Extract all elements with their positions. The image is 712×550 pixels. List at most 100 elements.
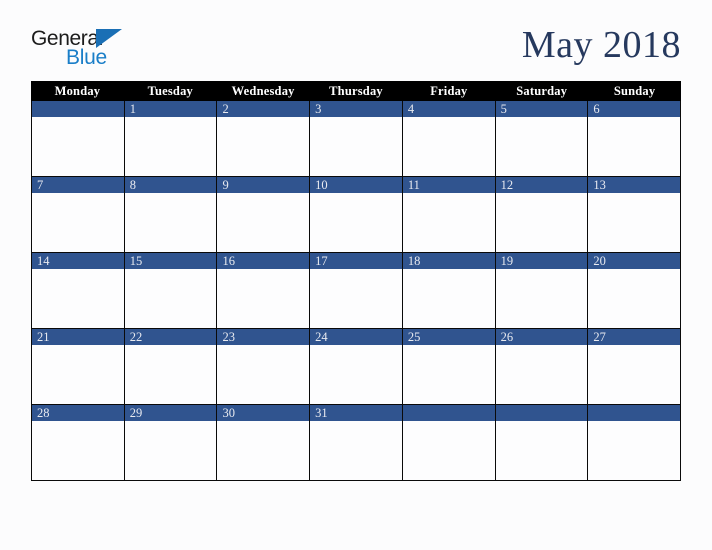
day-number-band: 13 [588, 177, 681, 193]
general-blue-logo: General Blue [31, 27, 161, 73]
day-cell-14[interactable]: 14 [31, 253, 124, 329]
day-event-area[interactable] [588, 193, 681, 252]
day-cell-6[interactable]: 6 [587, 101, 682, 177]
day-event-area[interactable] [217, 193, 310, 252]
day-event-area[interactable] [124, 193, 217, 252]
calendar-grid: Monday Tuesday Wednesday Thursday Friday Satu… [31, 81, 682, 481]
weekday-header-wednesday: Wednesday [231, 84, 295, 98]
day-cell-29[interactable]: 29 [123, 405, 217, 481]
day-event-area[interactable] [32, 269, 124, 328]
day-cell-26[interactable]: 26 [494, 329, 588, 405]
day-cell-25[interactable]: 25 [401, 329, 495, 405]
weekday-header-sunday: Sunday [613, 84, 656, 98]
day-event-area[interactable] [124, 117, 217, 176]
day-cell-22[interactable]: 22 [123, 329, 217, 405]
weekday-header-tuesday: Tuesday [147, 84, 193, 98]
day-event-area[interactable] [32, 345, 124, 404]
day-cell-empty[interactable] [401, 405, 495, 481]
day-event-area[interactable] [495, 345, 588, 404]
day-event-area[interactable] [310, 421, 402, 480]
day-event-area[interactable] [217, 117, 310, 176]
day-number-band: 7 [32, 177, 124, 193]
day-event-area[interactable] [402, 345, 495, 404]
day-number: 15 [129, 254, 143, 268]
day-event-area[interactable] [402, 117, 495, 176]
day-cell-30[interactable]: 30 [216, 405, 310, 481]
day-event-area[interactable] [495, 193, 588, 252]
day-cell-18[interactable]: 18 [401, 253, 495, 329]
day-event-area[interactable] [32, 421, 124, 480]
day-event-area[interactable] [310, 117, 402, 176]
day-cell-23[interactable]: 23 [216, 329, 310, 405]
day-number-band: 14 [32, 253, 124, 269]
day-event-area[interactable] [32, 117, 124, 176]
day-event-area[interactable] [32, 193, 124, 252]
day-cell-2[interactable]: 2 [216, 101, 310, 177]
day-event-area[interactable] [588, 345, 681, 404]
day-number: 14 [37, 254, 50, 268]
day-cell-24[interactable]: 24 [309, 329, 402, 405]
day-event-area[interactable] [402, 193, 495, 252]
day-number: 10 [315, 178, 328, 192]
day-event-area[interactable] [588, 269, 681, 328]
day-cell-21[interactable]: 21 [31, 329, 124, 405]
day-number-band: 31 [310, 405, 402, 421]
day-cell-28[interactable]: 28 [31, 405, 124, 481]
day-cell-15[interactable]: 15 [123, 253, 217, 329]
day-cell-31[interactable]: 31 [309, 405, 402, 481]
day-event-area[interactable] [495, 117, 588, 176]
day-event-area[interactable] [310, 269, 402, 328]
day-event-area[interactable] [217, 269, 310, 328]
day-event-area[interactable] [310, 345, 402, 404]
day-cell-1[interactable]: 1 [123, 101, 217, 177]
day-number: 6 [593, 102, 600, 116]
day-cell-8[interactable]: 8 [123, 177, 217, 253]
day-number-band: 17 [310, 253, 402, 269]
day-event-area[interactable] [124, 421, 217, 480]
day-number: 23 [222, 330, 235, 344]
day-event-area[interactable] [588, 421, 681, 480]
day-cell-empty[interactable] [31, 101, 124, 177]
day-cell-11[interactable]: 11 [401, 177, 495, 253]
day-number: 3 [315, 102, 322, 116]
day-number-band: 5 [495, 101, 588, 117]
day-cell-5[interactable]: 5 [494, 101, 588, 177]
day-number: 30 [222, 406, 235, 420]
day-cell-empty[interactable] [587, 405, 682, 481]
day-event-area[interactable] [124, 269, 217, 328]
day-event-area[interactable] [402, 421, 495, 480]
day-event-area[interactable] [124, 345, 217, 404]
day-cell-27[interactable]: 27 [587, 329, 682, 405]
day-event-area[interactable] [495, 269, 588, 328]
calendar-week-row: 1 2 3 4 5 6 [31, 101, 682, 177]
day-event-area[interactable] [495, 421, 588, 480]
weekday-header-monday: Monday [54, 84, 101, 98]
day-cell-19[interactable]: 19 [494, 253, 588, 329]
weekday-header-friday: Friday [430, 84, 468, 98]
day-event-area[interactable] [402, 269, 495, 328]
day-number: 13 [593, 178, 606, 192]
day-cell-empty[interactable] [494, 405, 588, 481]
day-cell-9[interactable]: 9 [216, 177, 310, 253]
day-cell-17[interactable]: 17 [309, 253, 402, 329]
weekday-header-thursday: Thursday [329, 84, 383, 98]
day-cell-13[interactable]: 13 [587, 177, 682, 253]
day-cell-3[interactable]: 3 [309, 101, 402, 177]
day-event-area[interactable] [588, 117, 681, 176]
day-cell-7[interactable]: 7 [31, 177, 124, 253]
calendar-week-row: 14 15 16 17 18 19 20 [31, 253, 682, 329]
day-event-area[interactable] [310, 193, 402, 252]
day-number: 21 [37, 330, 50, 344]
day-cell-16[interactable]: 16 [216, 253, 310, 329]
logo-text-blue: Blue [66, 46, 107, 69]
day-number: 20 [593, 254, 606, 268]
day-cell-10[interactable]: 10 [309, 177, 402, 253]
day-cell-20[interactable]: 20 [587, 253, 682, 329]
day-number-band: 16 [217, 253, 310, 269]
day-cell-4[interactable]: 4 [401, 101, 495, 177]
day-number: 4 [407, 102, 415, 116]
day-cell-12[interactable]: 12 [494, 177, 588, 253]
day-event-area[interactable] [217, 421, 310, 480]
day-event-area[interactable] [217, 345, 310, 404]
day-number-band: 2 [217, 101, 310, 117]
